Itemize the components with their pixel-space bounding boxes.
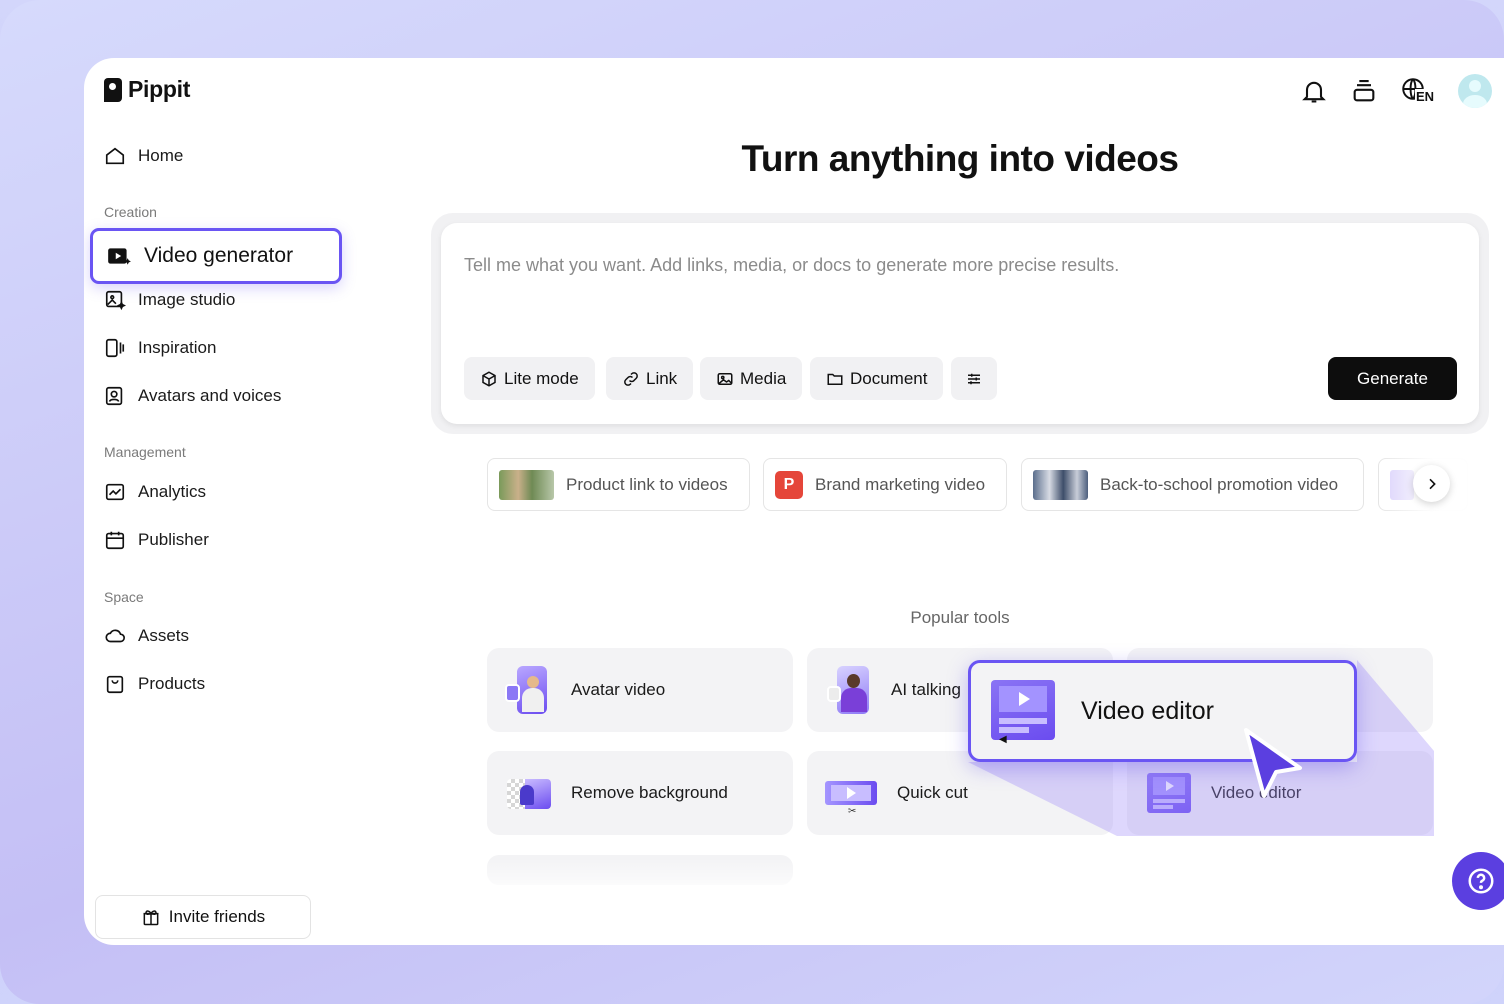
page-title: Turn anything into videos	[741, 138, 1179, 179]
section-label-creation: Creation	[104, 204, 157, 220]
section-label-space: Space	[104, 589, 144, 605]
popular-tools-heading: Popular tools	[910, 608, 1010, 627]
link-icon	[624, 371, 638, 386]
sidebar-item-avatars-voices[interactable]: Avatars and voices	[104, 382, 281, 410]
section-label-management: Management	[104, 444, 186, 460]
app-window: Pippit Home Creation Video generator Ima…	[84, 58, 1504, 945]
sidebar-item-label: Avatars and voices	[138, 386, 282, 405]
cloud-icon	[105, 629, 125, 643]
zoom-label: Video editor	[1081, 696, 1214, 725]
sidebar-item-products[interactable]: Products	[104, 670, 205, 698]
sidebar-item-label: Assets	[138, 626, 190, 645]
template-label: Product link to videos	[566, 474, 728, 494]
sidebar-item-video-generator[interactable]: Video generator	[90, 228, 342, 284]
ai-talking-icon	[825, 666, 871, 714]
tool-label: Avatar video	[571, 680, 666, 699]
templates-next-button[interactable]	[1413, 465, 1450, 502]
sidebar-item-image-studio[interactable]: Image studio	[104, 286, 235, 314]
video-editor-zoom-icon: ◀	[991, 680, 1055, 745]
cube-icon	[482, 370, 496, 387]
inspiration-icon	[105, 338, 125, 358]
sidebar-item-label: Inspiration	[138, 338, 217, 357]
image-icon	[717, 372, 733, 385]
video-sparkle-icon	[108, 248, 131, 265]
tool-remove-background[interactable]: Remove background	[487, 751, 793, 835]
settings-chip[interactable]	[951, 357, 997, 400]
template-label: Back-to-school promotion video	[1100, 474, 1339, 494]
avatar-icon	[105, 386, 123, 406]
stack-icon[interactable]	[1350, 77, 1378, 105]
sidebar: Home Creation Video generator Image stud…	[84, 58, 414, 945]
chip-label: Media	[740, 368, 787, 388]
sidebar-item-label: Image studio	[138, 290, 236, 309]
powerpoint-icon: P	[775, 470, 803, 499]
sidebar-item-label: Analytics	[138, 482, 207, 501]
link-chip[interactable]: Link	[606, 357, 694, 400]
invite-label: Invite friends	[168, 907, 266, 926]
quick-cut-icon: ✂	[825, 769, 877, 817]
template-back-to-school[interactable]: Back-to-school promotion video	[1021, 458, 1364, 511]
analytics-icon	[105, 483, 125, 501]
tool-label: Quick cut	[897, 783, 968, 802]
sidebar-item-label: Video generator	[144, 244, 294, 267]
user-avatar[interactable]	[1458, 74, 1492, 108]
tool-avatar-video[interactable]: Avatar video	[487, 648, 793, 732]
calendar-icon	[105, 531, 125, 550]
chevron-right-icon	[1428, 478, 1436, 489]
template-thumbnail	[1033, 469, 1088, 500]
sidebar-item-label: Products	[138, 674, 206, 693]
chip-label: Link	[646, 368, 678, 388]
sidebar-item-publisher[interactable]: Publisher	[104, 526, 209, 554]
scroll-fade-bottom	[484, 858, 1484, 898]
prompt-box[interactable]: Tell me what you want. Add links, media,…	[441, 223, 1479, 424]
template-brand-marketing[interactable]: P Brand marketing video	[763, 458, 1007, 511]
chip-label: Lite mode	[504, 368, 579, 388]
template-thumbnail	[499, 469, 554, 500]
sidebar-item-inspiration[interactable]: Inspiration	[104, 334, 216, 362]
template-label: Brand marketing video	[815, 474, 986, 494]
language-code: EN	[1415, 89, 1436, 104]
tool-label: Remove background	[571, 783, 728, 802]
folder-icon	[827, 373, 843, 385]
help-button[interactable]	[1452, 852, 1504, 910]
media-chip[interactable]: Media	[700, 357, 803, 400]
invite-friends-button[interactable]: Invite friends	[95, 895, 311, 939]
image-sparkle-icon	[105, 290, 126, 311]
template-product-link[interactable]: Product link to videos	[487, 458, 750, 511]
sliders-icon	[968, 373, 980, 384]
language-switcher[interactable]: EN	[1400, 76, 1436, 106]
tool-label: AI talking	[891, 680, 961, 699]
question-icon	[1468, 868, 1494, 894]
sidebar-item-label: Publisher	[138, 530, 209, 549]
sidebar-item-analytics[interactable]: Analytics	[104, 478, 206, 506]
remove-background-icon	[505, 769, 551, 817]
chip-label: Document	[850, 368, 928, 388]
prompt-input[interactable]: Tell me what you want. Add links, media,…	[464, 255, 1119, 276]
cursor-arrow-icon	[1244, 728, 1302, 798]
topbar-actions: EN	[1300, 74, 1492, 108]
bell-icon[interactable]	[1300, 77, 1328, 105]
generate-button[interactable]: Generate	[1328, 357, 1457, 400]
gift-icon	[143, 910, 159, 926]
avatar-video-icon	[505, 666, 551, 714]
document-chip[interactable]: Document	[810, 357, 944, 400]
bag-icon	[106, 675, 124, 694]
lite-mode-chip[interactable]: Lite mode	[464, 357, 595, 400]
